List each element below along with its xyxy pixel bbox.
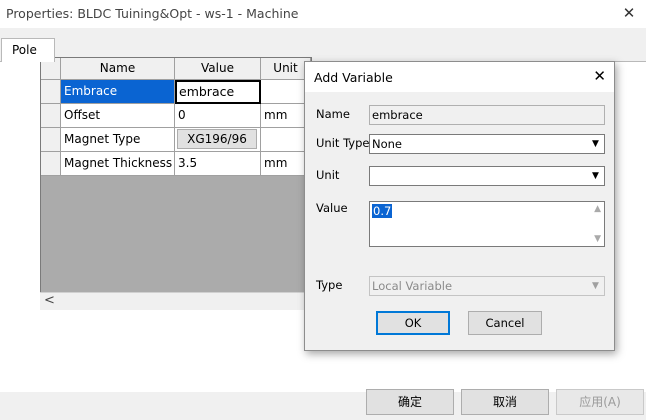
unit-label: Unit [316,168,340,182]
row-header[interactable] [41,80,61,104]
column-header-name[interactable]: Name [61,58,175,80]
window-titlebar: Properties: BLDC Tuining&Opt - ws-1 - Ma… [0,0,646,28]
horizontal-scrollbar[interactable]: < [40,292,310,310]
row-header[interactable] [41,128,61,152]
scroll-up-icon: ▲ [594,204,601,214]
row-header[interactable] [41,104,61,128]
table-row-name-cell[interactable]: Magnet Type [61,128,175,152]
dialog-cancel-button[interactable]: Cancel [468,311,542,335]
close-icon[interactable]: ✕ [620,4,638,22]
value-label: Value [316,201,348,215]
table-row-name-cell[interactable]: Embrace [61,80,175,104]
ok-button[interactable]: 确定 [366,389,454,415]
value-edit-field[interactable]: embrace [175,80,261,104]
tab-pole-label: Pole [12,43,37,57]
dialog-title: Add Variable [314,70,393,85]
table-row-name-cell[interactable]: Magnet Thickness [61,152,175,176]
scroll-down-icon: ▼ [594,234,601,244]
type-value: Local Variable [372,279,453,293]
dialog-ok-button[interactable]: OK [376,311,450,335]
table-row-value-cell[interactable]: 0 [175,104,261,128]
unit-type-select[interactable]: None ▼ [369,134,605,154]
row-header[interactable] [41,152,61,176]
type-label: Type [316,278,343,292]
table-row-value-cell: XG196/96 [175,128,261,152]
cancel-button[interactable]: 取消 [461,389,549,415]
window-title: Properties: BLDC Tuining&Opt - ws-1 - Ma… [6,6,299,21]
name-field-value: embrace [372,108,423,122]
tab-pole[interactable]: Pole [1,38,55,62]
column-header-value[interactable]: Value [175,58,261,80]
scroll-left-icon[interactable]: < [44,293,55,309]
name-label: Name [316,107,350,121]
value-text: 0.7 [372,204,393,218]
name-field: embrace [369,105,605,125]
property-grid: Name Value Unit Embrace embrace Offset 0… [40,57,312,299]
magnet-type-button[interactable]: XG196/96 [177,129,257,149]
unit-type-value: None [372,137,403,151]
dialog-titlebar: Add Variable ✕ [305,62,614,92]
chevron-down-icon[interactable]: ▼ [588,136,603,152]
apply-button[interactable]: 应用(A) [556,389,644,415]
chevron-down-icon[interactable]: ▼ [588,168,603,184]
type-select: Local Variable ▼ [369,276,605,296]
unit-select[interactable]: ▼ [369,166,605,186]
chevron-down-icon: ▼ [592,281,599,291]
table-row-value-cell[interactable]: 3.5 [175,152,261,176]
dialog-close-icon[interactable]: ✕ [593,67,606,85]
unit-type-label: Unit Type [316,136,370,150]
value-textarea[interactable]: 0.7 ▲ ▼ [369,201,605,247]
table-row-name-cell[interactable]: Offset [61,104,175,128]
add-variable-dialog: Add Variable ✕ Name embrace Unit Type No… [304,61,615,351]
